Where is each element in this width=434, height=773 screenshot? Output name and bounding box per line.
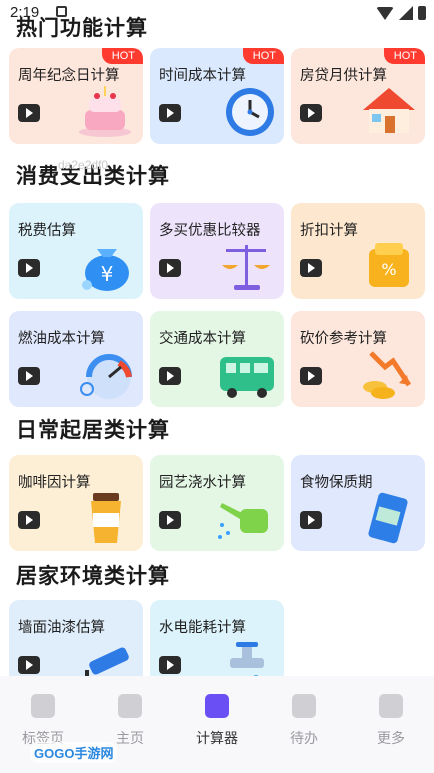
scale-icon — [222, 245, 270, 290]
card-fuel-cost[interactable]: 燃油成本计算 — [9, 311, 143, 407]
arrow-icon — [159, 656, 181, 674]
card-food-shelf-life[interactable]: 食物保质期 — [291, 455, 425, 551]
arrow-icon — [18, 511, 40, 529]
tabs-icon — [31, 694, 55, 718]
arrow-icon — [300, 259, 322, 277]
card-anniversary[interactable]: 周年纪念日计算 HOT — [9, 48, 143, 144]
arrow-icon — [159, 511, 181, 529]
arrow-icon — [300, 104, 322, 122]
card-transport-cost[interactable]: 交通成本计算 — [150, 311, 284, 407]
arrow-icon — [18, 656, 40, 674]
arrow-icon — [18, 259, 40, 277]
card-discount[interactable]: 折扣计算 % — [291, 203, 425, 299]
card-tax[interactable]: 税费估算 ¥ — [9, 203, 143, 299]
watermark-logo: GOGO手游网 — [30, 742, 118, 763]
cake-icon — [79, 86, 131, 137]
coffee-cup-icon — [91, 493, 121, 543]
arrow-icon — [18, 367, 40, 385]
arrow-icon — [159, 104, 181, 122]
arrow-icon — [159, 259, 181, 277]
tab-todo[interactable]: 待办 — [274, 694, 334, 748]
food-package-icon — [368, 492, 408, 544]
tab-label: 待办 — [290, 731, 318, 747]
svg-text:%: % — [381, 260, 396, 279]
bus-icon — [220, 357, 274, 398]
hot-badge: HOT — [383, 48, 425, 64]
tab-home[interactable]: 主页 — [100, 694, 160, 748]
calculator-list[interactable]: 热门功能计算 周年纪念日计算 HOT 时间成本计算 HOT 房贷月供计算 HOT — [0, 0, 434, 676]
home-icon — [118, 694, 142, 718]
paint-roller-icon — [85, 647, 129, 676]
watering-can-icon — [218, 503, 268, 539]
hot-badge: HOT — [242, 48, 284, 64]
arrow-icon — [159, 367, 181, 385]
card-label: 税费估算 — [18, 223, 76, 239]
tab-tabs[interactable]: 标签页 — [13, 694, 73, 748]
card-wall-paint[interactable]: 墙面油漆估算 — [9, 600, 143, 676]
fuel-gauge-icon — [80, 354, 132, 399]
overlay-text: da2e2df0 — [58, 158, 109, 172]
section-title-home: 居家环境类计算 — [16, 564, 170, 588]
coins-down-icon — [363, 351, 412, 399]
arrow-icon — [18, 104, 40, 122]
card-label: 折扣计算 — [300, 223, 358, 239]
house-icon — [363, 88, 415, 133]
section-title-daily: 日常起居类计算 — [16, 418, 170, 442]
card-caffeine[interactable]: 咖啡因计算 — [9, 455, 143, 551]
card-mortgage[interactable]: 房贷月供计算 HOT — [291, 48, 425, 144]
section-title-hot: 热门功能计算 — [16, 16, 148, 40]
hot-badge: HOT — [101, 48, 143, 64]
svg-text:¥: ¥ — [101, 262, 114, 286]
arrow-icon — [300, 367, 322, 385]
card-bulk-compare[interactable]: 多买优惠比较器 — [150, 203, 284, 299]
bell-icon — [292, 694, 316, 718]
tab-label: 计算器 — [196, 731, 238, 747]
calculator-icon — [205, 694, 229, 718]
card-time-cost[interactable]: 时间成本计算 HOT — [150, 48, 284, 144]
card-garden-water[interactable]: 园艺浇水计算 — [150, 455, 284, 551]
card-bargain[interactable]: 砍价参考计算 — [291, 311, 425, 407]
money-bag-icon: ¥ — [82, 249, 129, 291]
arrow-icon — [300, 511, 322, 529]
faucet-icon — [230, 642, 264, 676]
more-icon — [379, 694, 403, 718]
clock-icon — [226, 88, 274, 136]
tab-more[interactable]: 更多 — [361, 694, 421, 748]
tab-calculator[interactable]: 计算器 — [187, 694, 247, 748]
discount-box-icon: % — [369, 243, 409, 287]
tab-label: 更多 — [377, 731, 405, 747]
card-utility-energy[interactable]: 水电能耗计算 — [150, 600, 284, 676]
